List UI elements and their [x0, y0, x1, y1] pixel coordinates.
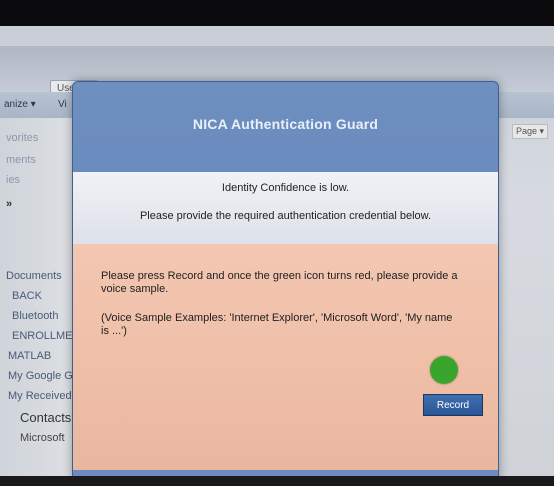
record-status-icon	[430, 356, 458, 384]
nav-item-bluetooth[interactable]: Bluetooth	[12, 310, 58, 322]
nav-chevron-icon[interactable]: »	[6, 198, 12, 210]
nav-item-my-received[interactable]: My Received	[8, 390, 72, 402]
organize-menu[interactable]: anize ▾	[4, 99, 36, 110]
navigation-pane: vorites ments ies » Documents BACK Bluet…	[0, 118, 87, 476]
authentication-dialog: NICA Authentication Guard Identity Confi…	[72, 81, 499, 476]
voice-sample-examples: (Voice Sample Examples: 'Internet Explor…	[101, 312, 453, 337]
voice-sample-panel: Please press Record and once the green i…	[73, 244, 498, 470]
nav-item-matlab[interactable]: MATLAB	[8, 350, 51, 362]
info-panel: Identity Confidence is low. Please provi…	[73, 172, 498, 244]
dialog-title: NICA Authentication Guard	[192, 116, 379, 132]
nav-libraries[interactable]: ies	[6, 174, 20, 186]
nav-item-microsoft[interactable]: Microsoft	[20, 432, 65, 444]
confidence-message: Identity Confidence is low.	[221, 182, 350, 194]
record-button[interactable]: Record	[423, 394, 483, 416]
screen: Use anize ▾ Vi Page ▾ vorites ments ies …	[0, 26, 554, 476]
nav-item-documents[interactable]: Documents	[6, 270, 62, 282]
taskbar	[0, 476, 554, 486]
nav-favorites[interactable]: vorites	[6, 132, 38, 144]
view-menu[interactable]: Vi	[58, 99, 67, 110]
nav-item-my-google[interactable]: My Google G	[8, 370, 73, 382]
nav-item-back[interactable]: BACK	[12, 290, 42, 302]
page-button[interactable]: Page ▾	[511, 124, 548, 139]
record-instruction: Please press Record and once the green i…	[101, 270, 458, 295]
nav-item-contacts[interactable]: Contacts	[20, 410, 71, 425]
credential-request-message: Please provide the required authenticati…	[139, 210, 432, 222]
nav-documents-faded[interactable]: ments	[6, 154, 36, 166]
